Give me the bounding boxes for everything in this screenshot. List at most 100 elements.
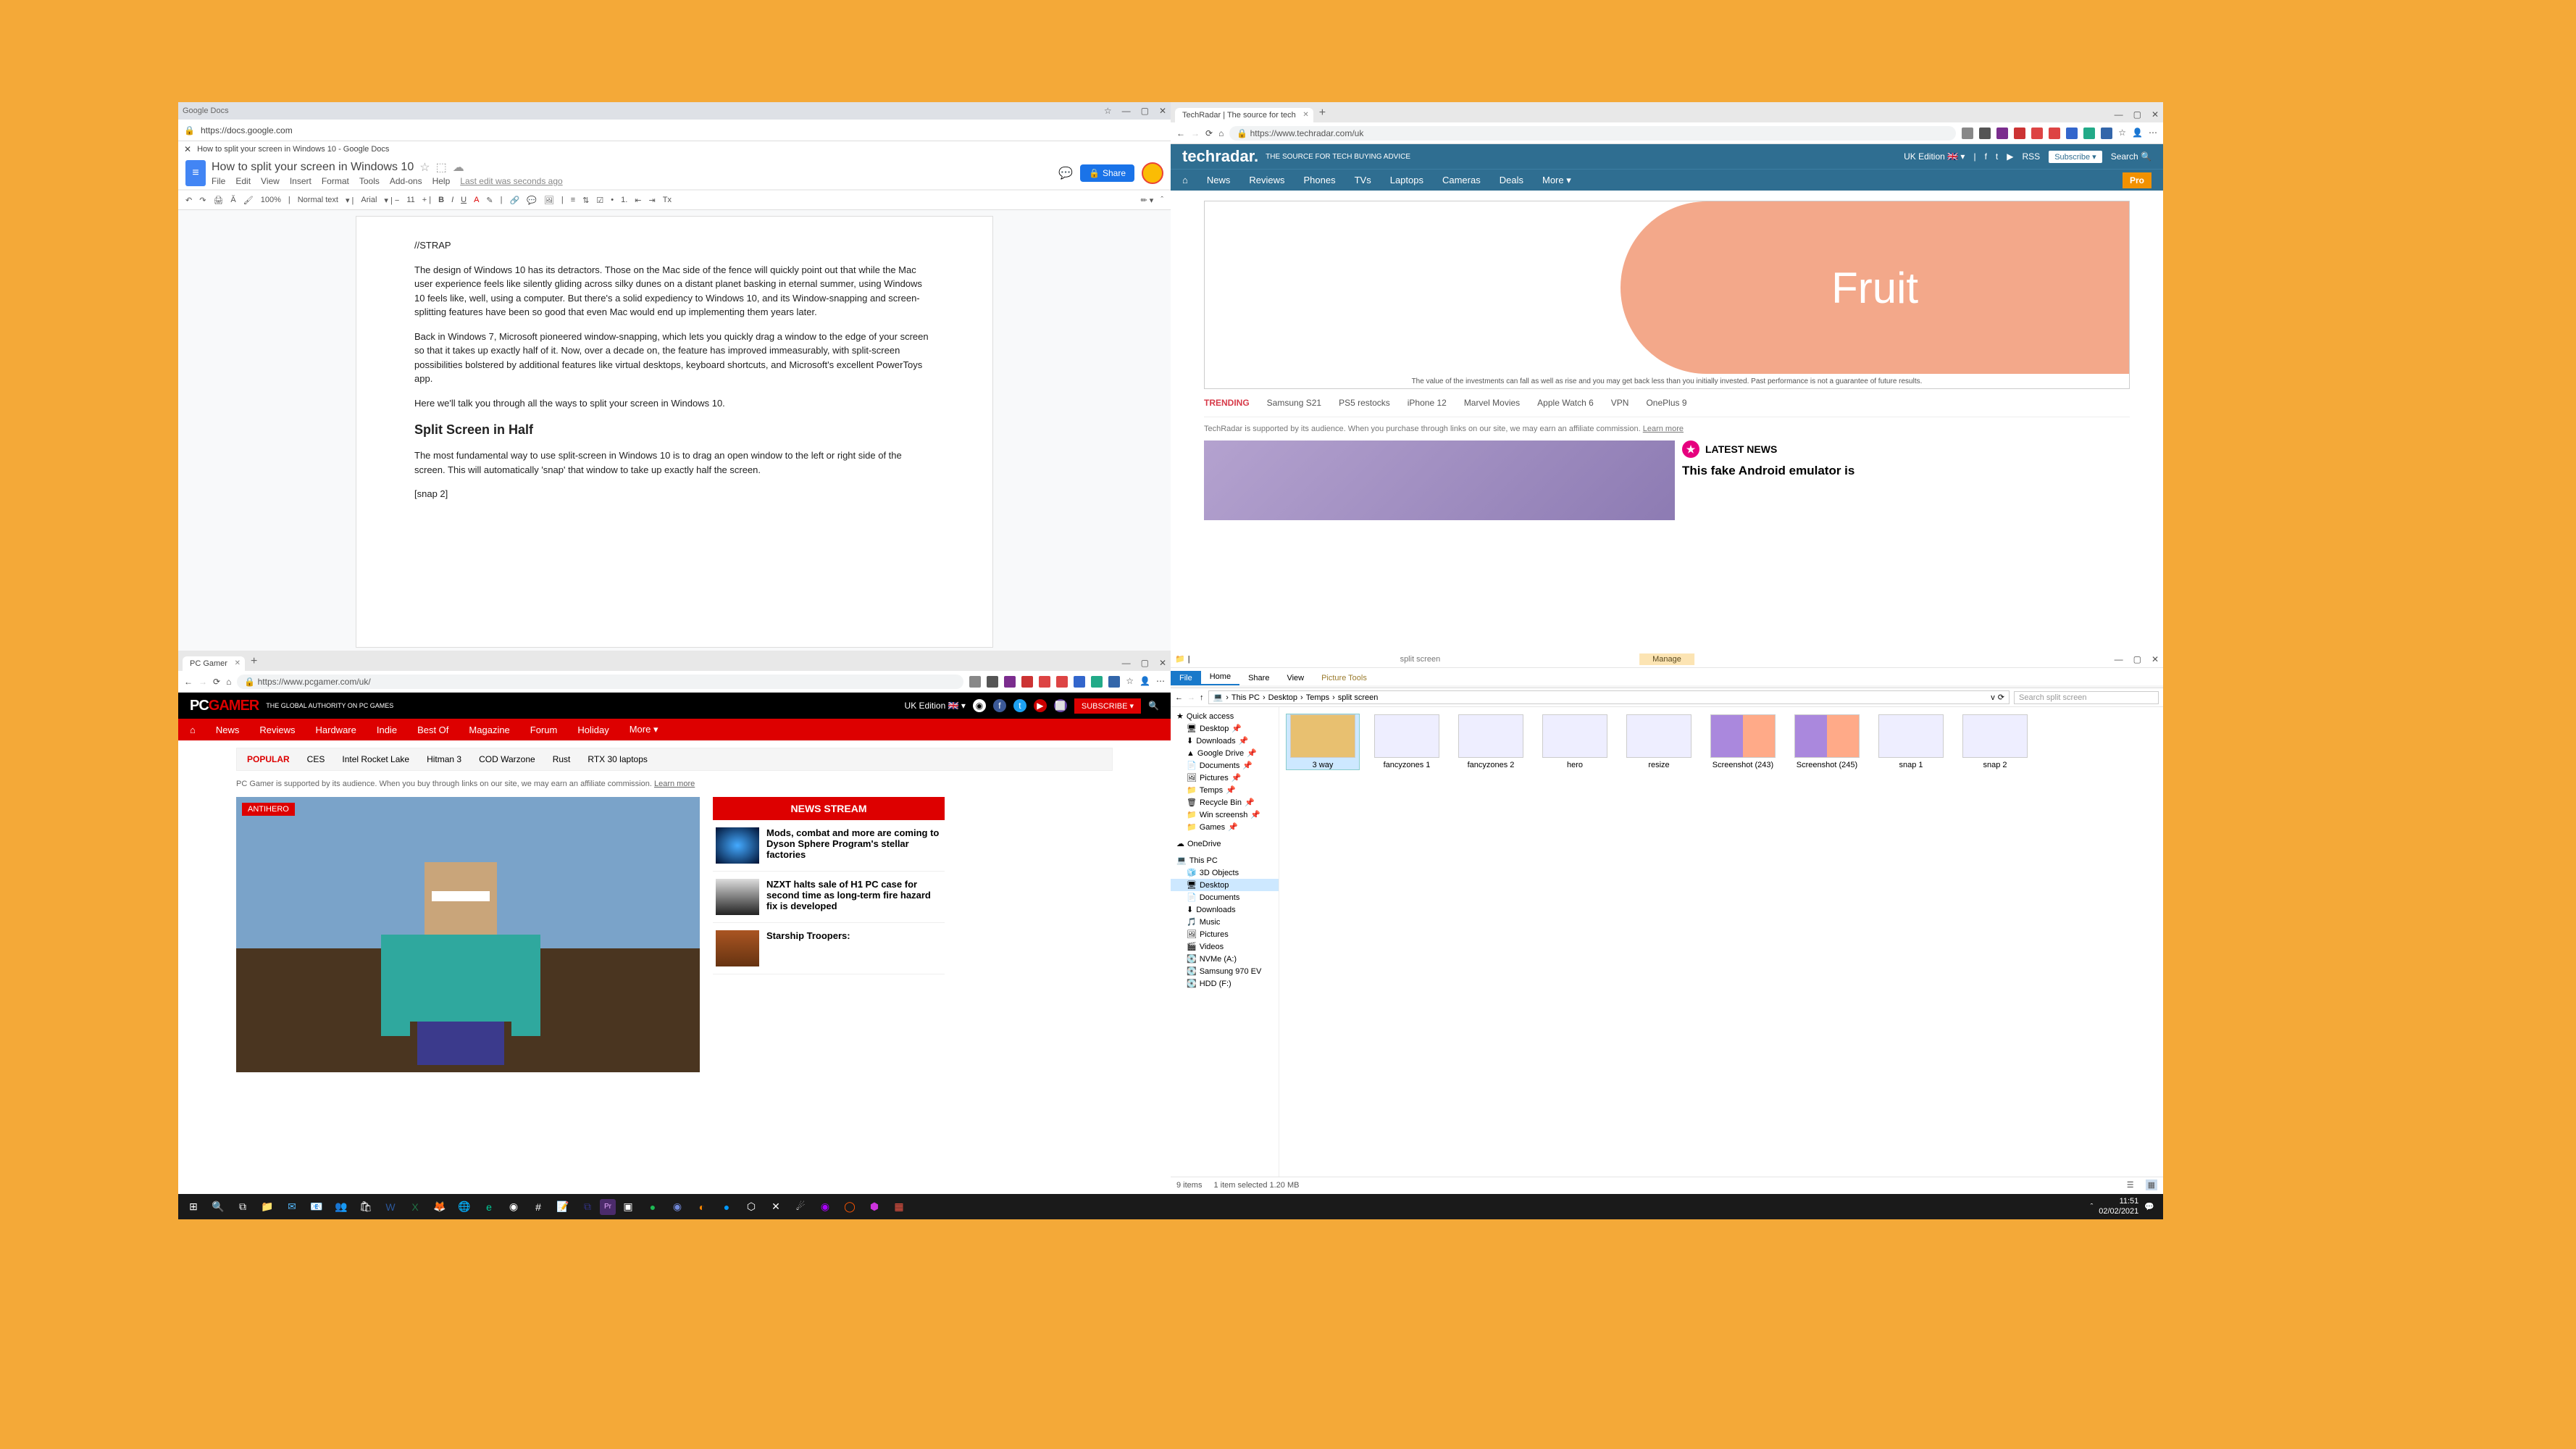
onenote-icon[interactable]	[1996, 128, 2008, 139]
file-item[interactable]: 3 way	[1287, 714, 1359, 769]
crumb[interactable]: Desktop	[1268, 693, 1297, 702]
premiere-icon[interactable]: Pr	[600, 1199, 616, 1215]
menu-file[interactable]: File	[212, 176, 225, 186]
tray-chevron-icon[interactable]: ˆ	[2091, 1203, 2094, 1211]
nav-magazine[interactable]: Magazine	[469, 724, 509, 735]
nav-holiday[interactable]: Holiday	[577, 724, 609, 735]
forward-icon[interactable]: →	[1187, 693, 1195, 702]
minimize-icon[interactable]: —	[1122, 658, 1131, 668]
file-item[interactable]: fancyzones 1	[1371, 714, 1443, 769]
nav-bestof[interactable]: Best Of	[417, 724, 448, 735]
ublock-icon[interactable]	[2049, 128, 2060, 139]
explorer-titlebar[interactable]: 📁 | Manage split screen — ▢ ✕	[1171, 651, 2163, 668]
style-select[interactable]: Normal text	[298, 196, 338, 204]
maximize-icon[interactable]: ▢	[1141, 106, 1149, 116]
profile-icon[interactable]: 👤	[1139, 676, 1150, 688]
home-icon[interactable]: ⌂	[226, 677, 231, 687]
dropdown-icon[interactable]: v	[1991, 693, 1995, 702]
crumb[interactable]: Temps	[1306, 693, 1329, 702]
chrome-icon[interactable]: 🌐	[452, 1196, 477, 1218]
xbox-icon[interactable]: ✕	[764, 1196, 788, 1218]
discord-icon[interactable]: ◉	[665, 1196, 690, 1218]
sidebar-item[interactable]: 🗑 Recycle Bin 📌	[1171, 796, 1279, 809]
menu-icon[interactable]: ⋯	[2149, 128, 2157, 139]
twitter-icon[interactable]: t	[1013, 699, 1026, 712]
sidebar-item[interactable]: 📁 Temps 📌	[1171, 784, 1279, 796]
sidebar-item[interactable]: 🧊 3D Objects	[1171, 867, 1279, 879]
body-snap[interactable]: [snap 2]	[414, 487, 934, 501]
url-text[interactable]: https://docs.google.com	[201, 125, 293, 135]
trending-item[interactable]: iPhone 12	[1408, 398, 1447, 408]
terminal-icon[interactable]: ▣	[616, 1196, 640, 1218]
home-icon[interactable]: ⌂	[1218, 128, 1224, 138]
minimize-icon[interactable]: —	[1122, 106, 1131, 116]
hero-image[interactable]	[1204, 440, 1675, 520]
body-h1[interactable]: Split Screen in Half	[414, 420, 934, 440]
google-docs-logo-icon[interactable]: ≡	[185, 160, 206, 186]
highlight-icon[interactable]: ✎	[486, 196, 493, 205]
tab-close-icon[interactable]: ✕	[184, 144, 191, 154]
up-icon[interactable]: ↑	[1200, 693, 1204, 702]
nav-deals[interactable]: Deals	[1500, 175, 1523, 185]
app-icon[interactable]: ▦	[887, 1196, 911, 1218]
comment-icon[interactable]: 💬	[527, 196, 537, 205]
sidebar-item[interactable]: 💽 HDD (F:)	[1171, 977, 1279, 990]
outdent-icon[interactable]: ⇤	[635, 196, 641, 205]
subscribe-button[interactable]: SUBSCRIBE ▾	[1074, 698, 1141, 714]
extension-icon[interactable]	[1074, 676, 1085, 688]
pro-button[interactable]: Pro	[2123, 172, 2151, 188]
body-p3[interactable]: Here we'll talk you through all the ways…	[414, 396, 934, 411]
spotify-icon[interactable]: ●	[640, 1196, 665, 1218]
extension-icon[interactable]	[969, 676, 981, 688]
body-p1[interactable]: The design of Windows 10 has its detract…	[414, 263, 934, 320]
extension-icon[interactable]	[2101, 128, 2112, 139]
edition-selector[interactable]: UK Edition 🇬🇧 ▾	[905, 701, 966, 711]
menu-view[interactable]: View	[261, 176, 280, 186]
youtube-icon[interactable]: ▶	[2007, 151, 2013, 162]
news-item[interactable]: Mods, combat and more are coming to Dyso…	[713, 820, 945, 872]
sidebar-item[interactable]: ▲ Google Drive 📌	[1171, 747, 1279, 759]
view-details-icon[interactable]: ☰	[2127, 1180, 2134, 1190]
back-icon[interactable]: ←	[1176, 128, 1185, 138]
lastpass-icon[interactable]	[2014, 128, 2025, 139]
url-field[interactable]: 🔒 https://www.pcgamer.com/uk/	[237, 675, 963, 689]
url-field[interactable]: 🔒 https://www.techradar.com/uk	[1229, 126, 1956, 141]
bullet-list-icon[interactable]: •	[611, 196, 614, 204]
font-size[interactable]: 11	[406, 196, 414, 204]
slack-icon[interactable]: #	[526, 1196, 551, 1218]
menu-help[interactable]: Help	[432, 176, 451, 186]
nav-indie[interactable]: Indie	[377, 724, 397, 735]
popular-item[interactable]: Intel Rocket Lake	[342, 754, 409, 764]
underline-icon[interactable]: U	[461, 196, 467, 204]
close-icon[interactable]: ✕	[1159, 106, 1166, 116]
learn-more-link[interactable]: Learn more	[654, 780, 695, 788]
edge-icon[interactable]: e	[477, 1196, 501, 1218]
file-item[interactable]: snap 1	[1875, 714, 1947, 769]
back-icon[interactable]: ←	[184, 677, 193, 687]
number-list-icon[interactable]: 1.	[621, 196, 627, 204]
align-left-icon[interactable]: ≡	[571, 196, 575, 204]
paint-icon[interactable]: 🖌	[243, 196, 254, 205]
learn-more-link[interactable]: Learn more	[1643, 425, 1684, 433]
news-item[interactable]: Starship Troopers:	[713, 923, 945, 974]
popular-item[interactable]: COD Warzone	[479, 754, 535, 764]
edition-selector[interactable]: UK Edition 🇬🇧 ▾	[1904, 151, 1965, 162]
undo-icon[interactable]: ↶	[185, 196, 192, 205]
sidebar-item[interactable]: 💽 NVMe (A:)	[1171, 953, 1279, 965]
popular-item[interactable]: Rust	[553, 754, 571, 764]
app-icon[interactable]: ◉	[813, 1196, 837, 1218]
profile-icon[interactable]: 👤	[2132, 128, 2143, 139]
popular-item[interactable]: CES	[307, 754, 325, 764]
search-icon[interactable]: 🔍	[1148, 701, 1159, 711]
hero-article[interactable]: ANTIHERO	[236, 797, 700, 1072]
notepad-icon[interactable]: 📝	[551, 1196, 575, 1218]
document-title[interactable]: How to split your screen in Windows 10	[212, 161, 414, 174]
extension-icon[interactable]	[987, 676, 998, 688]
firefox-icon[interactable]: 🦊	[427, 1196, 452, 1218]
body-strap[interactable]: //STRAP	[414, 238, 934, 253]
docs-canvas[interactable]: //STRAP The design of Windows 10 has its…	[178, 210, 1171, 651]
crumb[interactable]: split screen	[1338, 693, 1379, 702]
nav-hardware[interactable]: Hardware	[316, 724, 356, 735]
maximize-icon[interactable]: ▢	[2133, 109, 2141, 120]
steam-icon[interactable]: ◉	[501, 1196, 526, 1218]
